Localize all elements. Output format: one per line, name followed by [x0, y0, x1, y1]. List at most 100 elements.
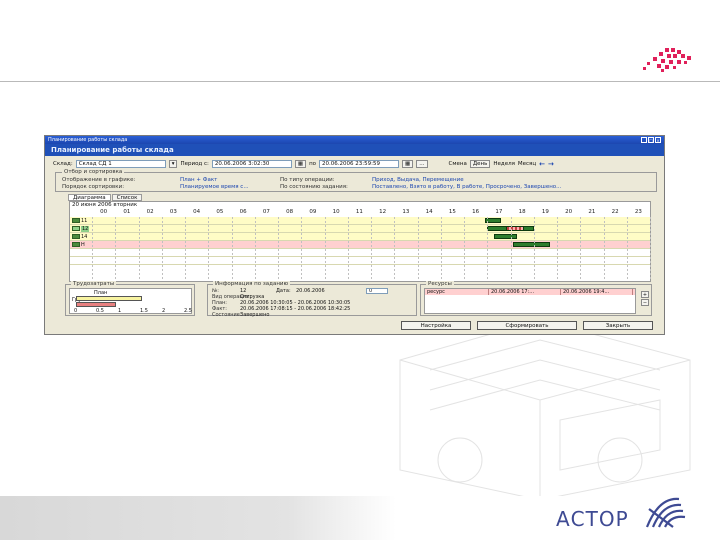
astor-logo-icon: [645, 497, 686, 528]
task-state-row-label: Состояние:: [212, 312, 242, 318]
minimize-icon[interactable]: _: [641, 137, 647, 143]
day-button[interactable]: День: [469, 159, 491, 168]
task-box-value[interactable]: 0: [366, 288, 388, 294]
gantt-gridline: [650, 217, 651, 281]
window-header-title: Планирование работы склада: [45, 144, 664, 156]
sort-order-link[interactable]: Планируемое время с...: [180, 184, 280, 190]
task-state-row: Состояние: Завершено: [212, 312, 269, 318]
gantt-hour-label: 16: [472, 209, 480, 215]
gantt-row-number: 12: [81, 225, 90, 232]
tab-list[interactable]: Список: [111, 194, 143, 201]
gantt-gridline: [208, 217, 210, 281]
resource-start-cell: 20.06.2006 17:...: [489, 289, 561, 295]
labor-cost-chart: План Груз Факт 00.511.522.5: [69, 288, 192, 314]
gantt-hour-label: 21: [588, 209, 596, 215]
period-to-input[interactable]: 20.06.2006 23:59:59: [319, 159, 400, 168]
more-button[interactable]: ...: [416, 159, 428, 168]
settings-button[interactable]: Настройка: [401, 321, 471, 330]
display-value-link[interactable]: План + Факт: [180, 177, 280, 183]
gantt-hour-label: 10: [332, 209, 340, 215]
gantt-row-label: 14: [72, 233, 87, 240]
gantt-hour-label: 03: [169, 209, 177, 215]
table-row[interactable]: 14: [70, 233, 650, 241]
close-button[interactable]: Закрыть: [583, 321, 653, 330]
calendar-from-icon[interactable]: ▦: [294, 159, 307, 168]
cost-axis-tick: 2: [162, 308, 166, 314]
gantt-row-label: 12: [72, 225, 90, 232]
gantt-hour-label: 23: [634, 209, 642, 215]
gantt-gridline: [231, 217, 233, 281]
sort-order-label: Порядок сортировки:: [62, 184, 125, 190]
maximize-icon[interactable]: □: [648, 137, 654, 143]
resource-name-cell: ресурс: [425, 289, 489, 295]
warehouse-select[interactable]: Склад СД 1: [75, 159, 166, 168]
table-row[interactable]: [70, 257, 650, 265]
gantt-task-bar[interactable]: [505, 226, 525, 231]
week-link[interactable]: Неделя: [493, 161, 515, 167]
table-row[interactable]: 11: [70, 217, 650, 225]
gantt-task-bar[interactable]: [494, 234, 518, 239]
gantt-chart: 20 июня 2006 вторник 00 01 02 03 04 05 06 07 08 0…: [69, 201, 651, 282]
gantt-task-bar[interactable]: [512, 242, 550, 247]
gantt-gridline: [440, 217, 442, 281]
gantt-gridline: [603, 217, 605, 281]
gantt-gridline: [92, 217, 93, 281]
arrow-left-icon[interactable]: ←: [539, 160, 545, 168]
warehouse-label: Склад:: [53, 160, 73, 167]
task-date-value: 20.06.2006: [296, 288, 325, 294]
gantt-gridline: [185, 217, 186, 281]
delete-resource-icon[interactable]: −: [641, 299, 649, 306]
calendar-to-icon[interactable]: ▦: [402, 159, 414, 168]
chevron-down-icon[interactable]: ▾: [168, 159, 178, 168]
period-from-input[interactable]: 20.06.2006 3:02:30: [211, 159, 292, 168]
gantt-gridline: [254, 217, 256, 281]
presentation-slide: АСТОР Планирование работы склада _ □ × П…: [0, 0, 720, 540]
gantt-gridline: [347, 217, 349, 281]
task-date-label: Дата:: [276, 288, 291, 294]
dialog-buttons: Настройка Сформировать Закрыть: [401, 321, 653, 330]
pixel-logo-icon: [643, 48, 691, 72]
gantt-gridline: [278, 217, 279, 281]
truck-icon: [72, 242, 80, 247]
gantt-gridline: [161, 217, 163, 281]
add-resource-icon[interactable]: +: [641, 291, 649, 298]
fact-bar: [76, 302, 116, 307]
gantt-gridline: [557, 217, 558, 281]
arrow-right-icon[interactable]: →: [548, 160, 554, 168]
gantt-hour-label: 05: [216, 209, 224, 215]
labor-cost-panel: Трудозатраты План Груз Факт 00.511.522.5: [65, 281, 195, 316]
close-icon[interactable]: ×: [655, 137, 661, 143]
generate-button[interactable]: Сформировать: [477, 321, 577, 330]
filter-row-sort: Порядок сортировки: Планируемое время с.…: [62, 184, 561, 190]
truck-icon: [72, 218, 80, 223]
resources-legend: Ресурсы: [426, 281, 454, 287]
gantt-hour-label: 02: [146, 209, 154, 215]
gantt-gridline: [417, 217, 419, 281]
gantt-gridline: [138, 217, 140, 281]
gantt-row-label: Н: [72, 241, 85, 248]
gantt-hour-label: 04: [193, 209, 201, 215]
cost-axis-tick: 0: [74, 308, 78, 314]
operation-type-link[interactable]: Приход, Выдача, Перемещение: [372, 177, 464, 183]
gantt-gridline: [371, 217, 372, 281]
table-row[interactable]: ресурс 20.06.2006 17:... 20.06.2006 19:4…: [425, 289, 635, 295]
gantt-gridline: [626, 217, 628, 281]
table-row[interactable]: Н: [70, 241, 650, 249]
table-row[interactable]: 12: [70, 225, 650, 233]
resource-end-cell: 20.06.2006 19:4...: [561, 289, 633, 295]
resources-side-buttons: + −: [641, 291, 649, 306]
operation-type-label: По типу операции:: [280, 177, 335, 183]
gantt-hour-label: 22: [611, 209, 619, 215]
table-row[interactable]: [70, 249, 650, 257]
gantt-gridline: [324, 217, 326, 281]
task-info-legend: Информация по заданию: [213, 281, 291, 287]
gantt-hour-label: 17: [495, 209, 503, 215]
tab-diagram[interactable]: Диаграмма: [68, 194, 111, 201]
gantt-hour-label: 15: [448, 209, 456, 215]
task-state-link[interactable]: Поставлено, Взято в работу, В работе, Пр…: [372, 184, 561, 190]
gantt-hour-label: 19: [541, 209, 549, 215]
month-link[interactable]: Месяц: [518, 161, 536, 167]
labor-cost-legend: Трудозатраты: [71, 281, 117, 287]
shift-link[interactable]: Смена: [449, 161, 467, 167]
period-parameters: Склад: Склад СД 1 ▾ Период с: 20.06.2006…: [53, 159, 658, 168]
